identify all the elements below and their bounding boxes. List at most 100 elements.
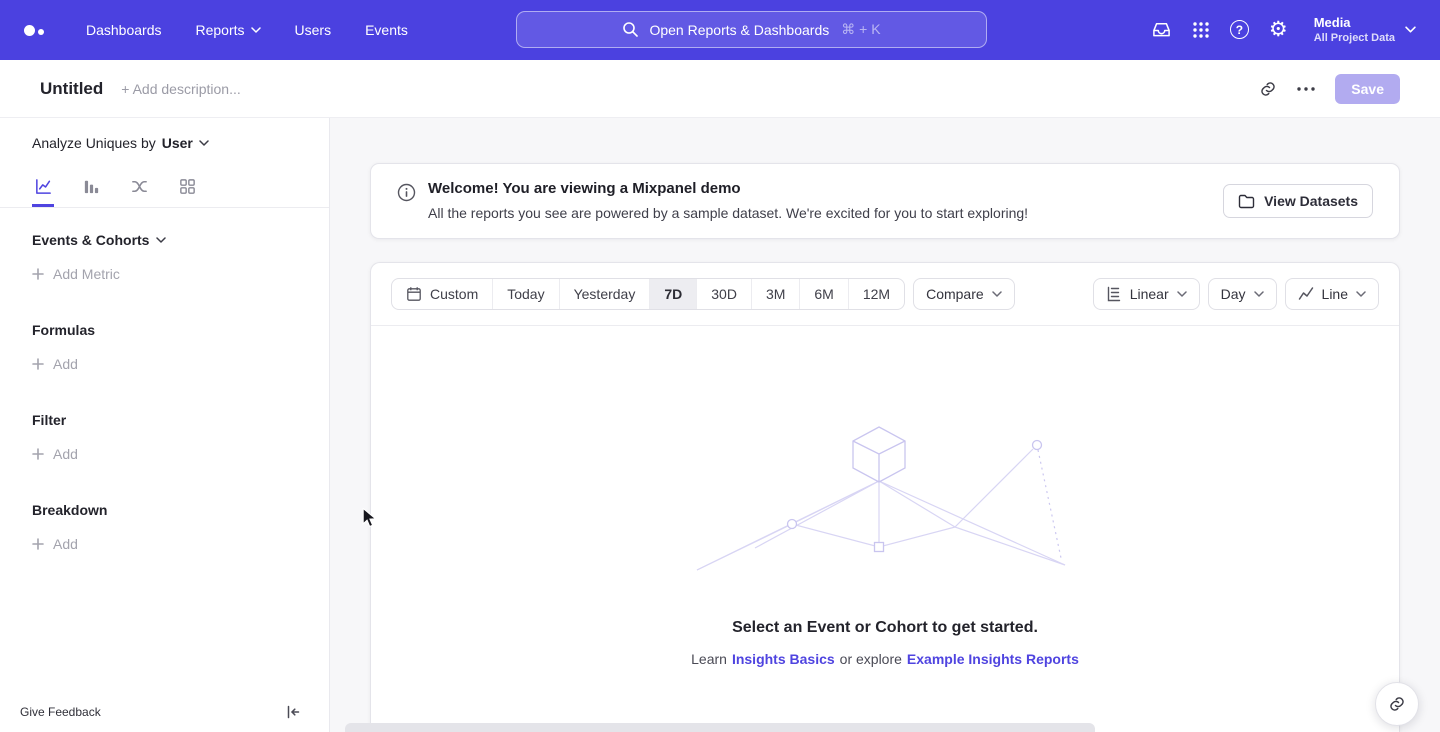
report-title[interactable]: Untitled <box>40 79 103 99</box>
flows-icon <box>130 177 149 196</box>
learn-prefix: Learn <box>691 651 727 667</box>
tab-retention[interactable] <box>176 168 198 207</box>
add-formula-button[interactable]: Add <box>32 356 297 372</box>
link-icon <box>1388 695 1406 713</box>
line-chart-icon <box>1298 286 1314 302</box>
search-shortcut: ⌘ + K <box>841 21 880 38</box>
breakdown-section: Breakdown Add <box>0 502 329 552</box>
funnels-bars-icon <box>82 177 101 196</box>
add-breakdown-button[interactable]: Add <box>32 536 297 552</box>
save-button[interactable]: Save <box>1335 74 1400 104</box>
apps-grid-icon[interactable] <box>1192 21 1210 39</box>
chevron-down-icon <box>1254 291 1264 297</box>
navbar-right-group: ? ⚙ Media All Project Data <box>1151 14 1416 46</box>
nav-users[interactable]: Users <box>295 22 332 38</box>
project-switcher[interactable]: Media All Project Data <box>1314 14 1416 46</box>
range-today[interactable]: Today <box>492 279 558 309</box>
add-metric-button[interactable]: Add Metric <box>32 266 297 282</box>
chevron-down-icon <box>1177 291 1187 297</box>
report-header-actions: Save <box>1259 74 1400 104</box>
insights-chart-icon <box>34 177 53 196</box>
date-range-segmented-control: Custom Today Yesterday 7D 30D 3M 6M 12M <box>391 278 905 310</box>
add-filter-button[interactable]: Add <box>32 446 297 462</box>
inbox-icon[interactable] <box>1151 20 1172 39</box>
empty-state-links: Learn Insights Basics or explore Example… <box>371 651 1399 667</box>
range-30d[interactable]: 30D <box>696 279 751 309</box>
range-custom[interactable]: Custom <box>392 279 492 309</box>
empty-state: Select an Event or Cohort to get started… <box>371 326 1399 667</box>
project-name: Media <box>1314 14 1395 32</box>
project-scope: All Project Data <box>1314 31 1395 46</box>
more-options-icon[interactable] <box>1297 87 1315 91</box>
project-text: Media All Project Data <box>1314 14 1395 46</box>
chart-display-controls: Linear Day Line <box>1093 278 1379 310</box>
insights-basics-link[interactable]: Insights Basics <box>732 651 835 667</box>
filter-header: Filter <box>32 412 297 428</box>
copy-link-icon[interactable] <box>1259 80 1277 98</box>
analyze-label: Analyze Uniques by <box>32 135 156 151</box>
explore-text: or explore <box>840 651 902 667</box>
app-root: Dashboards Reports Users Events Open Rep… <box>0 0 1440 732</box>
example-reports-link[interactable]: Example Insights Reports <box>907 651 1079 667</box>
give-feedback-link[interactable]: Give Feedback <box>20 705 101 719</box>
chevron-down-icon <box>1405 26 1416 33</box>
tab-flows[interactable] <box>128 168 150 207</box>
range-7d[interactable]: 7D <box>649 279 696 309</box>
scale-dropdown[interactable]: Linear <box>1093 278 1200 310</box>
banner-subtitle: All the reports you see are powered by a… <box>428 203 1028 223</box>
formulas-header: Formulas <box>32 322 297 338</box>
plus-icon <box>32 448 44 460</box>
report-type-tabs <box>0 168 329 208</box>
logo-dot-small <box>38 29 44 35</box>
search-label: Open Reports & Dashboards <box>649 22 829 38</box>
search-icon <box>622 21 639 38</box>
interval-dropdown[interactable]: Day <box>1208 278 1277 310</box>
main-content: Welcome! You are viewing a Mixpanel demo… <box>330 118 1440 732</box>
range-12m[interactable]: 12M <box>848 279 904 309</box>
view-datasets-button[interactable]: View Datasets <box>1223 184 1373 218</box>
range-6m[interactable]: 6M <box>799 279 847 309</box>
range-3m[interactable]: 3M <box>751 279 799 309</box>
nav-reports[interactable]: Reports <box>196 22 261 38</box>
tab-funnels[interactable] <box>80 168 102 207</box>
events-cohorts-section: Events & Cohorts Add Metric <box>0 232 329 282</box>
primary-nav: Dashboards Reports Users Events <box>86 22 408 38</box>
chart-toolbar: Custom Today Yesterday 7D 30D 3M 6M 12M … <box>371 263 1399 326</box>
filter-section: Filter Add <box>0 412 329 462</box>
info-icon <box>397 183 416 202</box>
plus-icon <box>32 538 44 550</box>
mixpanel-logo[interactable] <box>24 25 44 36</box>
tab-insights[interactable] <box>32 168 54 207</box>
settings-gear-icon[interactable]: ⚙ <box>1269 19 1288 40</box>
analyze-by-dropdown[interactable]: User <box>162 135 209 151</box>
global-search[interactable]: Open Reports & Dashboards ⌘ + K <box>516 11 987 48</box>
share-link-fab[interactable] <box>1375 682 1419 726</box>
add-description-field[interactable]: + Add description... <box>121 81 240 97</box>
chevron-down-icon <box>1356 291 1366 297</box>
chart-type-dropdown[interactable]: Line <box>1285 278 1379 310</box>
empty-state-title: Select an Event or Cohort to get started… <box>371 619 1399 637</box>
logo-dot-large <box>24 25 35 36</box>
report-header: Untitled + Add description... Save <box>0 60 1440 118</box>
help-icon[interactable]: ? <box>1230 20 1249 39</box>
collapse-sidebar-icon[interactable] <box>285 704 301 720</box>
empty-state-illustration <box>695 424 1075 576</box>
chevron-down-icon <box>992 291 1002 297</box>
formulas-section: Formulas Add <box>0 322 329 372</box>
welcome-banner: Welcome! You are viewing a Mixpanel demo… <box>370 163 1400 239</box>
chevron-down-icon <box>156 237 166 243</box>
folder-icon <box>1238 194 1255 209</box>
sidebar-footer: Give Feedback <box>0 692 329 732</box>
compare-button[interactable]: Compare <box>913 278 1015 310</box>
banner-text: Welcome! You are viewing a Mixpanel demo… <box>428 178 1028 223</box>
plus-icon <box>32 358 44 370</box>
events-cohorts-header[interactable]: Events & Cohorts <box>32 232 297 248</box>
nav-dashboards[interactable]: Dashboards <box>86 22 162 38</box>
insights-report-card: Custom Today Yesterday 7D 30D 3M 6M 12M … <box>370 262 1400 732</box>
top-navbar: Dashboards Reports Users Events Open Rep… <box>0 0 1440 60</box>
linear-scale-icon <box>1106 286 1122 302</box>
horizontal-scrollbar[interactable] <box>345 723 1095 732</box>
range-yesterday[interactable]: Yesterday <box>559 279 650 309</box>
nav-events[interactable]: Events <box>365 22 408 38</box>
breakdown-header: Breakdown <box>32 502 297 518</box>
